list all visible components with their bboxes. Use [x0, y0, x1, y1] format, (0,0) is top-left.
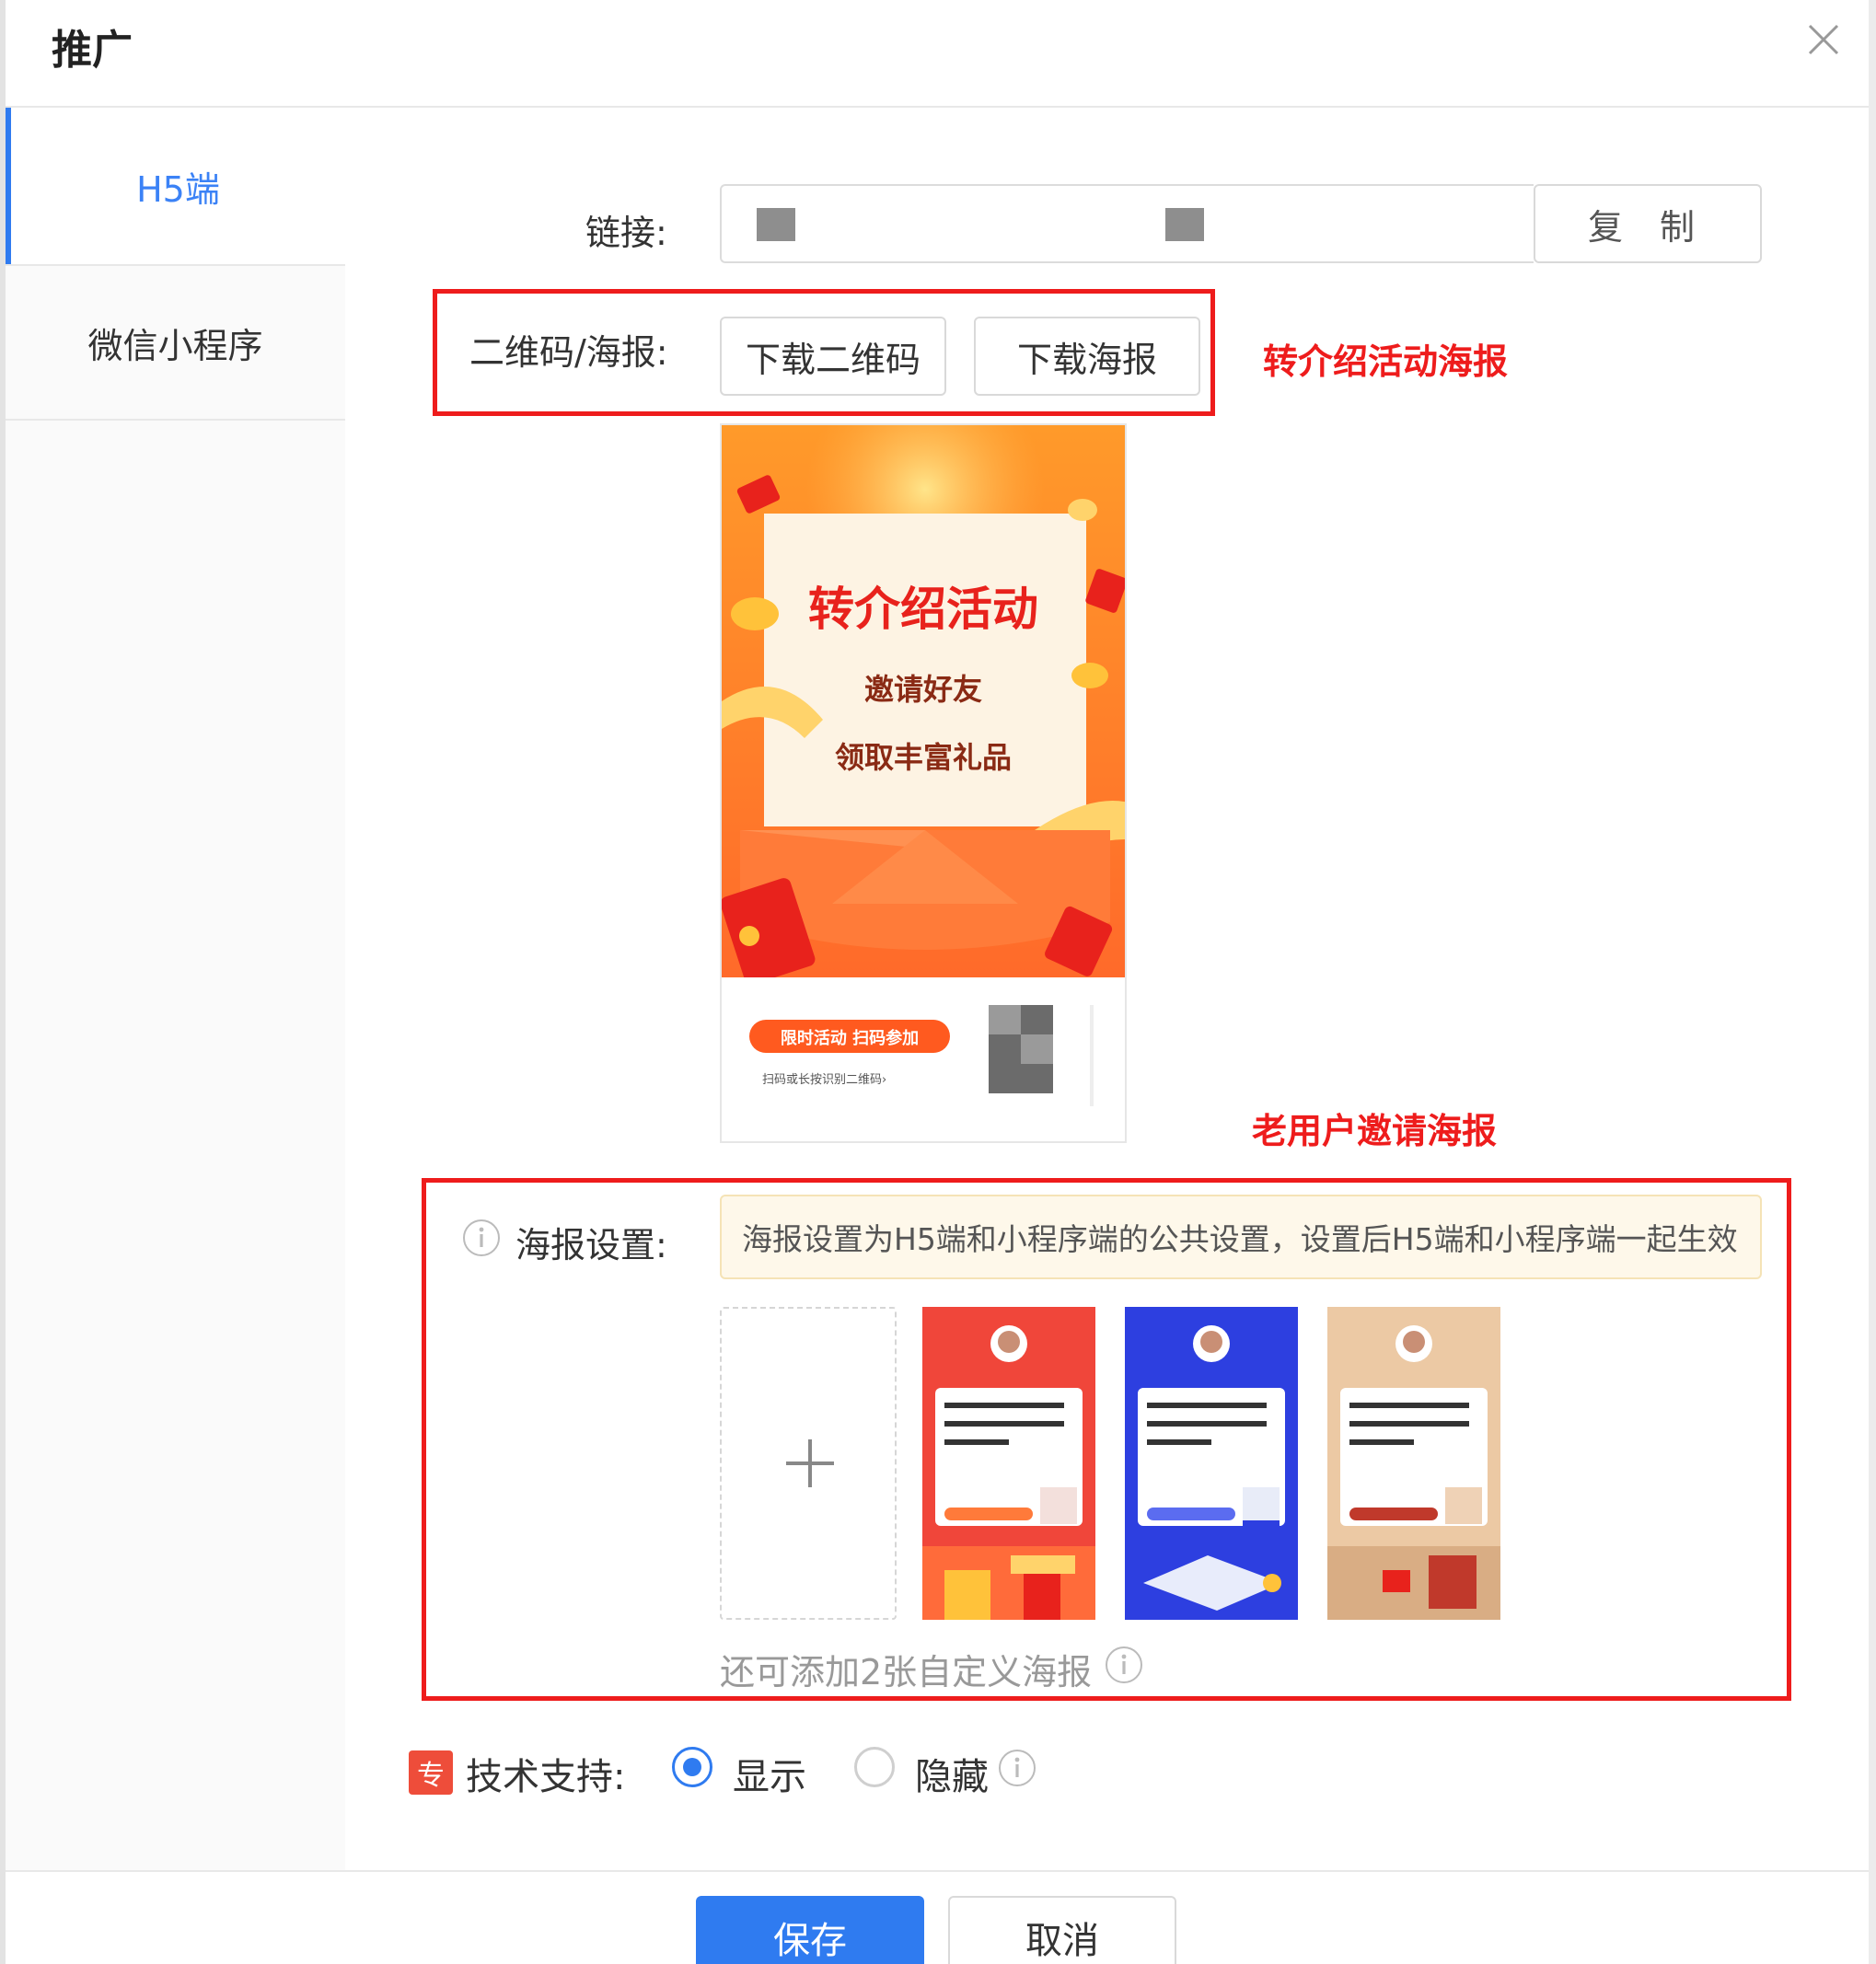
sidebar-item-wechat-miniprogram[interactable]: 微信小程序: [6, 264, 345, 421]
annotation-referral-poster: 转介绍活动海报: [1263, 341, 1509, 382]
dialog-header: 推广: [6, 0, 1869, 108]
poster-template-beige[interactable]: [1327, 1307, 1500, 1620]
info-icon[interactable]: [998, 1749, 1036, 1787]
tech-support-hide-radio[interactable]: [854, 1747, 895, 1787]
poster-settings-hint: 海报设置为H5端和小程序端的公共设置，设置后H5端和小程序端一起生效: [720, 1195, 1762, 1279]
poster-line-2: 领取丰富礼品: [834, 740, 1012, 775]
sidebar: H5端 微信小程序: [6, 108, 345, 1870]
template-blue-artwork: [1125, 1307, 1298, 1620]
poster-small-text: 扫码或长按识别二维码›: [762, 1073, 887, 1087]
sidebar-item-label: 微信小程序: [87, 325, 263, 366]
sidebar-item-h5[interactable]: H5端: [6, 108, 345, 264]
sidebar-background: [6, 421, 345, 1870]
pro-badge: 专: [409, 1750, 453, 1795]
info-icon[interactable]: [462, 1219, 501, 1257]
poster-settings-label: 海报设置:: [515, 1225, 667, 1265]
link-label: 链接:: [585, 213, 667, 253]
sidebar-item-label: H5端: [136, 168, 220, 210]
download-qr-button[interactable]: 下载二维码: [720, 317, 946, 396]
poster-template-blue[interactable]: [1125, 1307, 1298, 1620]
poster-title: 转介绍活动: [808, 583, 1038, 636]
close-icon[interactable]: [1801, 17, 1847, 63]
add-more-posters-text: 还可添加2张自定义海报: [720, 1652, 1093, 1693]
tech-support-show-label: 显示: [733, 1756, 806, 1798]
template-red-artwork: [922, 1307, 1095, 1620]
dialog-footer: [6, 1870, 1869, 1964]
link-field[interactable]: [720, 184, 1534, 263]
poster-line-1: 邀请好友: [863, 672, 982, 707]
link-redacted-end: [1165, 208, 1204, 241]
save-button[interactable]: 保存: [696, 1896, 924, 1964]
tech-support-hide-label: 隐藏: [915, 1756, 989, 1798]
download-poster-button[interactable]: 下载海报: [974, 317, 1200, 396]
promotion-dialog: 推广 H5端 微信小程序 链接: 复 制 二维码/海报: 下载二维码 下载海报 …: [0, 0, 1876, 1964]
dialog-right-edge: [1869, 0, 1876, 1964]
add-poster-button[interactable]: [720, 1307, 897, 1620]
cancel-button[interactable]: 取消: [948, 1896, 1176, 1964]
info-icon[interactable]: [1105, 1646, 1143, 1684]
tech-support-label: 技术支持:: [466, 1756, 626, 1798]
poster-pill-text: 限时活动 扫码参加: [780, 1029, 920, 1048]
link-redacted-start: [757, 208, 795, 241]
dialog-title: 推广: [52, 27, 133, 74]
qr-poster-label: 二维码/海报:: [469, 332, 668, 373]
annotation-old-user-poster: 老用户邀请海报: [1252, 1111, 1498, 1151]
plus-icon: [786, 1439, 834, 1487]
copy-button[interactable]: 复 制: [1534, 184, 1762, 263]
tech-support-show-radio[interactable]: [672, 1747, 712, 1787]
poster-preview: 转介绍活动 邀请好友 领取丰富礼品 限时活动 扫码参加 扫码或长按识别二维码›: [720, 423, 1127, 1143]
poster-template-red[interactable]: [922, 1307, 1095, 1620]
template-beige-artwork: [1327, 1307, 1500, 1620]
